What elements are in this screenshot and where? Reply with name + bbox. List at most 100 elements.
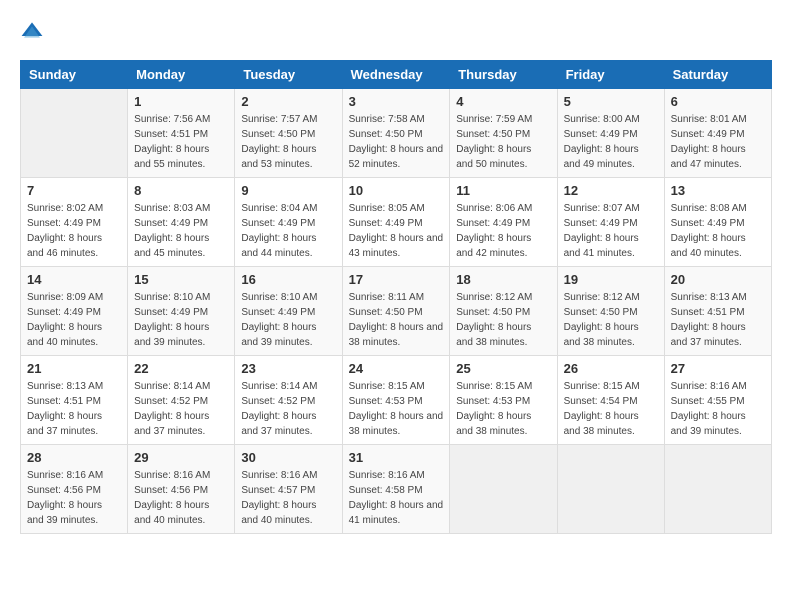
- calendar-cell: 28 Sunrise: 8:16 AMSunset: 4:56 PMDaylig…: [21, 445, 128, 534]
- calendar-cell: 26 Sunrise: 8:15 AMSunset: 4:54 PMDaylig…: [557, 356, 664, 445]
- day-info: Sunrise: 8:11 AMSunset: 4:50 PMDaylight:…: [349, 290, 444, 350]
- day-info: Sunrise: 7:57 AMSunset: 4:50 PMDaylight:…: [241, 112, 335, 172]
- calendar-cell: 14 Sunrise: 8:09 AMSunset: 4:49 PMDaylig…: [21, 267, 128, 356]
- calendar-week-row: 28 Sunrise: 8:16 AMSunset: 4:56 PMDaylig…: [21, 445, 772, 534]
- day-info: Sunrise: 8:00 AMSunset: 4:49 PMDaylight:…: [564, 112, 658, 172]
- day-info: Sunrise: 8:05 AMSunset: 4:49 PMDaylight:…: [349, 201, 444, 261]
- logo: [20, 20, 48, 44]
- day-number: 3: [349, 94, 444, 109]
- calendar-day-header: Monday: [128, 61, 235, 89]
- calendar-day-header: Tuesday: [235, 61, 342, 89]
- calendar-cell: 18 Sunrise: 8:12 AMSunset: 4:50 PMDaylig…: [450, 267, 557, 356]
- day-info: Sunrise: 8:14 AMSunset: 4:52 PMDaylight:…: [134, 379, 228, 439]
- day-info: Sunrise: 8:08 AMSunset: 4:49 PMDaylight:…: [671, 201, 765, 261]
- calendar-cell: [557, 445, 664, 534]
- day-number: 17: [349, 272, 444, 287]
- day-number: 18: [456, 272, 550, 287]
- day-info: Sunrise: 8:10 AMSunset: 4:49 PMDaylight:…: [134, 290, 228, 350]
- day-info: Sunrise: 8:15 AMSunset: 4:54 PMDaylight:…: [564, 379, 658, 439]
- calendar-week-row: 21 Sunrise: 8:13 AMSunset: 4:51 PMDaylig…: [21, 356, 772, 445]
- day-info: Sunrise: 8:13 AMSunset: 4:51 PMDaylight:…: [27, 379, 121, 439]
- day-number: 24: [349, 361, 444, 376]
- day-number: 20: [671, 272, 765, 287]
- day-number: 27: [671, 361, 765, 376]
- calendar-cell: 6 Sunrise: 8:01 AMSunset: 4:49 PMDayligh…: [664, 89, 771, 178]
- calendar-header-row: SundayMondayTuesdayWednesdayThursdayFrid…: [21, 61, 772, 89]
- calendar-day-header: Friday: [557, 61, 664, 89]
- calendar-cell: 22 Sunrise: 8:14 AMSunset: 4:52 PMDaylig…: [128, 356, 235, 445]
- day-info: Sunrise: 8:13 AMSunset: 4:51 PMDaylight:…: [671, 290, 765, 350]
- day-info: Sunrise: 8:06 AMSunset: 4:49 PMDaylight:…: [456, 201, 550, 261]
- day-number: 22: [134, 361, 228, 376]
- day-number: 19: [564, 272, 658, 287]
- calendar-cell: 25 Sunrise: 8:15 AMSunset: 4:53 PMDaylig…: [450, 356, 557, 445]
- day-number: 31: [349, 450, 444, 465]
- day-number: 11: [456, 183, 550, 198]
- calendar-cell: [664, 445, 771, 534]
- calendar-cell: [21, 89, 128, 178]
- day-number: 6: [671, 94, 765, 109]
- calendar-table: SundayMondayTuesdayWednesdayThursdayFrid…: [20, 60, 772, 534]
- day-number: 2: [241, 94, 335, 109]
- calendar-day-header: Wednesday: [342, 61, 450, 89]
- calendar-cell: 23 Sunrise: 8:14 AMSunset: 4:52 PMDaylig…: [235, 356, 342, 445]
- day-info: Sunrise: 8:16 AMSunset: 4:56 PMDaylight:…: [134, 468, 228, 528]
- calendar-cell: 1 Sunrise: 7:56 AMSunset: 4:51 PMDayligh…: [128, 89, 235, 178]
- day-info: Sunrise: 8:16 AMSunset: 4:55 PMDaylight:…: [671, 379, 765, 439]
- day-number: 8: [134, 183, 228, 198]
- calendar-cell: 21 Sunrise: 8:13 AMSunset: 4:51 PMDaylig…: [21, 356, 128, 445]
- logo-icon: [20, 20, 44, 44]
- day-info: Sunrise: 8:16 AMSunset: 4:56 PMDaylight:…: [27, 468, 121, 528]
- calendar-cell: 24 Sunrise: 8:15 AMSunset: 4:53 PMDaylig…: [342, 356, 450, 445]
- day-number: 13: [671, 183, 765, 198]
- calendar-cell: 9 Sunrise: 8:04 AMSunset: 4:49 PMDayligh…: [235, 178, 342, 267]
- day-info: Sunrise: 8:14 AMSunset: 4:52 PMDaylight:…: [241, 379, 335, 439]
- day-number: 7: [27, 183, 121, 198]
- calendar-cell: 15 Sunrise: 8:10 AMSunset: 4:49 PMDaylig…: [128, 267, 235, 356]
- calendar-week-row: 14 Sunrise: 8:09 AMSunset: 4:49 PMDaylig…: [21, 267, 772, 356]
- day-number: 9: [241, 183, 335, 198]
- day-number: 12: [564, 183, 658, 198]
- day-number: 29: [134, 450, 228, 465]
- calendar-cell: 4 Sunrise: 7:59 AMSunset: 4:50 PMDayligh…: [450, 89, 557, 178]
- calendar-cell: [450, 445, 557, 534]
- day-number: 14: [27, 272, 121, 287]
- calendar-day-header: Saturday: [664, 61, 771, 89]
- day-info: Sunrise: 8:12 AMSunset: 4:50 PMDaylight:…: [564, 290, 658, 350]
- day-number: 4: [456, 94, 550, 109]
- day-info: Sunrise: 8:15 AMSunset: 4:53 PMDaylight:…: [456, 379, 550, 439]
- day-info: Sunrise: 8:02 AMSunset: 4:49 PMDaylight:…: [27, 201, 121, 261]
- day-info: Sunrise: 8:04 AMSunset: 4:49 PMDaylight:…: [241, 201, 335, 261]
- day-info: Sunrise: 7:56 AMSunset: 4:51 PMDaylight:…: [134, 112, 228, 172]
- calendar-cell: 12 Sunrise: 8:07 AMSunset: 4:49 PMDaylig…: [557, 178, 664, 267]
- calendar-cell: 10 Sunrise: 8:05 AMSunset: 4:49 PMDaylig…: [342, 178, 450, 267]
- calendar-cell: 8 Sunrise: 8:03 AMSunset: 4:49 PMDayligh…: [128, 178, 235, 267]
- day-number: 23: [241, 361, 335, 376]
- day-info: Sunrise: 8:16 AMSunset: 4:57 PMDaylight:…: [241, 468, 335, 528]
- day-number: 1: [134, 94, 228, 109]
- day-info: Sunrise: 7:58 AMSunset: 4:50 PMDaylight:…: [349, 112, 444, 172]
- calendar-cell: 27 Sunrise: 8:16 AMSunset: 4:55 PMDaylig…: [664, 356, 771, 445]
- day-info: Sunrise: 8:15 AMSunset: 4:53 PMDaylight:…: [349, 379, 444, 439]
- calendar-cell: 19 Sunrise: 8:12 AMSunset: 4:50 PMDaylig…: [557, 267, 664, 356]
- calendar-cell: 13 Sunrise: 8:08 AMSunset: 4:49 PMDaylig…: [664, 178, 771, 267]
- calendar-cell: 7 Sunrise: 8:02 AMSunset: 4:49 PMDayligh…: [21, 178, 128, 267]
- day-info: Sunrise: 8:09 AMSunset: 4:49 PMDaylight:…: [27, 290, 121, 350]
- day-number: 5: [564, 94, 658, 109]
- calendar-cell: 17 Sunrise: 8:11 AMSunset: 4:50 PMDaylig…: [342, 267, 450, 356]
- day-number: 28: [27, 450, 121, 465]
- day-number: 16: [241, 272, 335, 287]
- calendar-cell: 29 Sunrise: 8:16 AMSunset: 4:56 PMDaylig…: [128, 445, 235, 534]
- day-number: 30: [241, 450, 335, 465]
- day-info: Sunrise: 8:16 AMSunset: 4:58 PMDaylight:…: [349, 468, 444, 528]
- day-info: Sunrise: 8:03 AMSunset: 4:49 PMDaylight:…: [134, 201, 228, 261]
- calendar-day-header: Thursday: [450, 61, 557, 89]
- calendar-day-header: Sunday: [21, 61, 128, 89]
- day-number: 26: [564, 361, 658, 376]
- calendar-cell: 20 Sunrise: 8:13 AMSunset: 4:51 PMDaylig…: [664, 267, 771, 356]
- day-number: 10: [349, 183, 444, 198]
- page-header: [20, 20, 772, 44]
- calendar-cell: 30 Sunrise: 8:16 AMSunset: 4:57 PMDaylig…: [235, 445, 342, 534]
- calendar-cell: 5 Sunrise: 8:00 AMSunset: 4:49 PMDayligh…: [557, 89, 664, 178]
- calendar-cell: 2 Sunrise: 7:57 AMSunset: 4:50 PMDayligh…: [235, 89, 342, 178]
